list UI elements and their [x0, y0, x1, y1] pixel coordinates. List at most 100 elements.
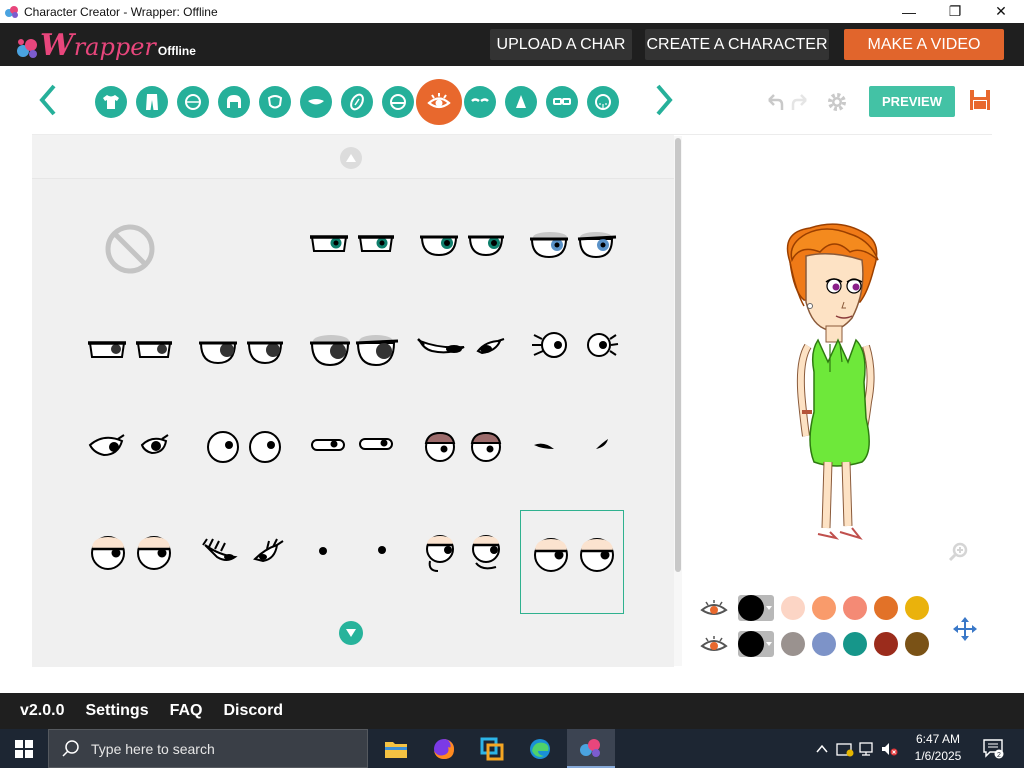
undo-icon[interactable] — [763, 90, 787, 114]
logo-offline: Offline — [157, 44, 196, 58]
make-video-button[interactable]: MAKE A VIDEO — [844, 29, 1004, 60]
start-button[interactable] — [0, 729, 48, 768]
category-brow-shape[interactable] — [382, 86, 414, 118]
category-pants[interactable] — [136, 86, 168, 118]
color-swatch[interactable] — [905, 596, 929, 620]
taskbar-edge[interactable] — [516, 729, 564, 768]
notification-center-icon[interactable]: 2 — [982, 737, 1004, 759]
color-picker-primary[interactable] — [738, 595, 774, 621]
eye-option-closed-lashes[interactable] — [189, 501, 293, 605]
taskbar-firefox[interactable] — [420, 729, 468, 768]
settings-link[interactable]: Settings — [85, 702, 148, 720]
scroll-up-bar[interactable] — [32, 135, 674, 179]
category-shirt[interactable] — [95, 86, 127, 118]
taskbar-search[interactable]: Type here to search — [48, 729, 368, 768]
color-swatch[interactable] — [874, 596, 898, 620]
color-swatch[interactable] — [781, 632, 805, 656]
eye-option-none[interactable] — [78, 197, 182, 301]
color-swatch[interactable] — [843, 596, 867, 620]
category-nose[interactable] — [505, 86, 537, 118]
color-swatch[interactable] — [843, 632, 867, 656]
eye-option-narrow-flat[interactable] — [300, 397, 404, 501]
panel-scroll-thumb[interactable] — [675, 138, 681, 572]
eye-option-lidded-peach-selected[interactable] — [520, 510, 624, 614]
scroll-down-bar[interactable] — [32, 621, 674, 667]
move-icon[interactable] — [952, 616, 978, 642]
category-eyes[interactable] — [416, 79, 462, 125]
eye-option-flat-green[interactable] — [300, 197, 404, 301]
eye-option-half-black[interactable] — [189, 301, 293, 405]
volume-muted-icon[interactable] — [880, 741, 898, 757]
face-shape-icon — [267, 95, 283, 109]
window-title: Character Creator - Wrapper: Offline — [24, 4, 218, 19]
gear-icon[interactable] — [825, 90, 849, 114]
color-swatch[interactable] — [874, 632, 898, 656]
eye-option-flat-black[interactable] — [78, 301, 182, 405]
save-icon[interactable] — [969, 89, 991, 111]
network-icon[interactable] — [858, 741, 876, 757]
category-mouth[interactable] — [300, 86, 332, 118]
category-face-shape[interactable] — [259, 86, 291, 118]
category-beard[interactable] — [587, 86, 619, 118]
eye-option-round-green[interactable] — [410, 197, 514, 301]
taskbar-app[interactable] — [468, 729, 516, 768]
category-glasses[interactable] — [546, 86, 578, 118]
lidded-brown-eyes-icon — [424, 431, 502, 462]
eye-option-sly[interactable] — [410, 301, 514, 405]
redo-icon[interactable] — [788, 90, 812, 114]
round-green-eyes-icon — [420, 235, 504, 257]
logo-rapper: rapper — [73, 33, 156, 61]
half-black-eyes-icon — [199, 341, 283, 365]
almond-lash-eyes-icon — [88, 434, 169, 457]
faq-link[interactable]: FAQ — [170, 702, 203, 720]
security-icon[interactable] — [836, 741, 854, 757]
scroll-down-arrow-icon[interactable] — [339, 621, 363, 645]
flat-rect-black-eyes-icon — [88, 341, 172, 358]
wrapper-logo: W rapper Offline — [16, 29, 196, 61]
category-eyelash[interactable] — [341, 86, 373, 118]
discord-link[interactable]: Discord — [224, 702, 284, 720]
head-icon — [185, 94, 201, 110]
eye-option-slash[interactable] — [520, 397, 624, 501]
eyebrow-shape-icon — [390, 94, 406, 110]
category-eyebrows[interactable] — [464, 86, 496, 118]
eye-option-round-open[interactable] — [189, 397, 293, 501]
next-category-arrow-icon[interactable] — [652, 82, 676, 118]
pants-icon — [146, 94, 158, 110]
wide-lash-eyes-icon — [532, 332, 619, 358]
eye-option-wrinkled[interactable] — [410, 501, 514, 605]
firefox-icon — [434, 738, 454, 759]
minimize-button[interactable]: — — [886, 0, 932, 23]
color-picker-secondary[interactable] — [738, 631, 774, 657]
close-button[interactable]: ✕ — [978, 0, 1024, 23]
eye-option-lidded-black[interactable] — [300, 301, 404, 405]
category-head[interactable] — [177, 86, 209, 118]
wrinkled-eyes-icon — [426, 535, 500, 572]
color-swatch[interactable] — [781, 596, 805, 620]
taskbar-file-explorer[interactable] — [372, 729, 420, 768]
taskbar-clock[interactable]: 6:47 AM 1/6/2025 — [908, 731, 968, 765]
search-placeholder: Type here to search — [91, 740, 215, 757]
maximize-button[interactable]: ❐ — [932, 0, 978, 23]
preview-button[interactable]: PREVIEW — [869, 86, 955, 117]
color-swatch[interactable] — [812, 632, 836, 656]
create-character-button[interactable]: CREATE A CHARACTER — [645, 29, 829, 60]
eyelash-icon — [350, 93, 364, 111]
eye-option-dots[interactable] — [300, 501, 404, 605]
color-swatch[interactable] — [812, 596, 836, 620]
zoom-in-icon[interactable] — [948, 540, 970, 562]
sly-lash-eyes-icon — [417, 338, 505, 355]
eye-option-wide-lashes[interactable] — [520, 301, 624, 405]
category-hair[interactable] — [218, 86, 250, 118]
eye-option-lidded-brown[interactable] — [410, 397, 514, 501]
upload-char-button[interactable]: UPLOAD A CHAR — [490, 29, 632, 60]
eye-option-almond[interactable] — [78, 397, 182, 501]
taskbar-wrapper-offline[interactable] — [567, 729, 615, 768]
notification-count: 2 — [997, 752, 1001, 759]
scroll-up-arrow-icon[interactable] — [340, 147, 362, 169]
color-swatch[interactable] — [905, 632, 929, 656]
prev-category-arrow-icon[interactable] — [36, 82, 60, 118]
eye-option-lidded-peach[interactable] — [78, 501, 182, 605]
eye-option-lidded-blue[interactable] — [520, 197, 624, 301]
chevron-up-icon[interactable] — [814, 741, 830, 757]
